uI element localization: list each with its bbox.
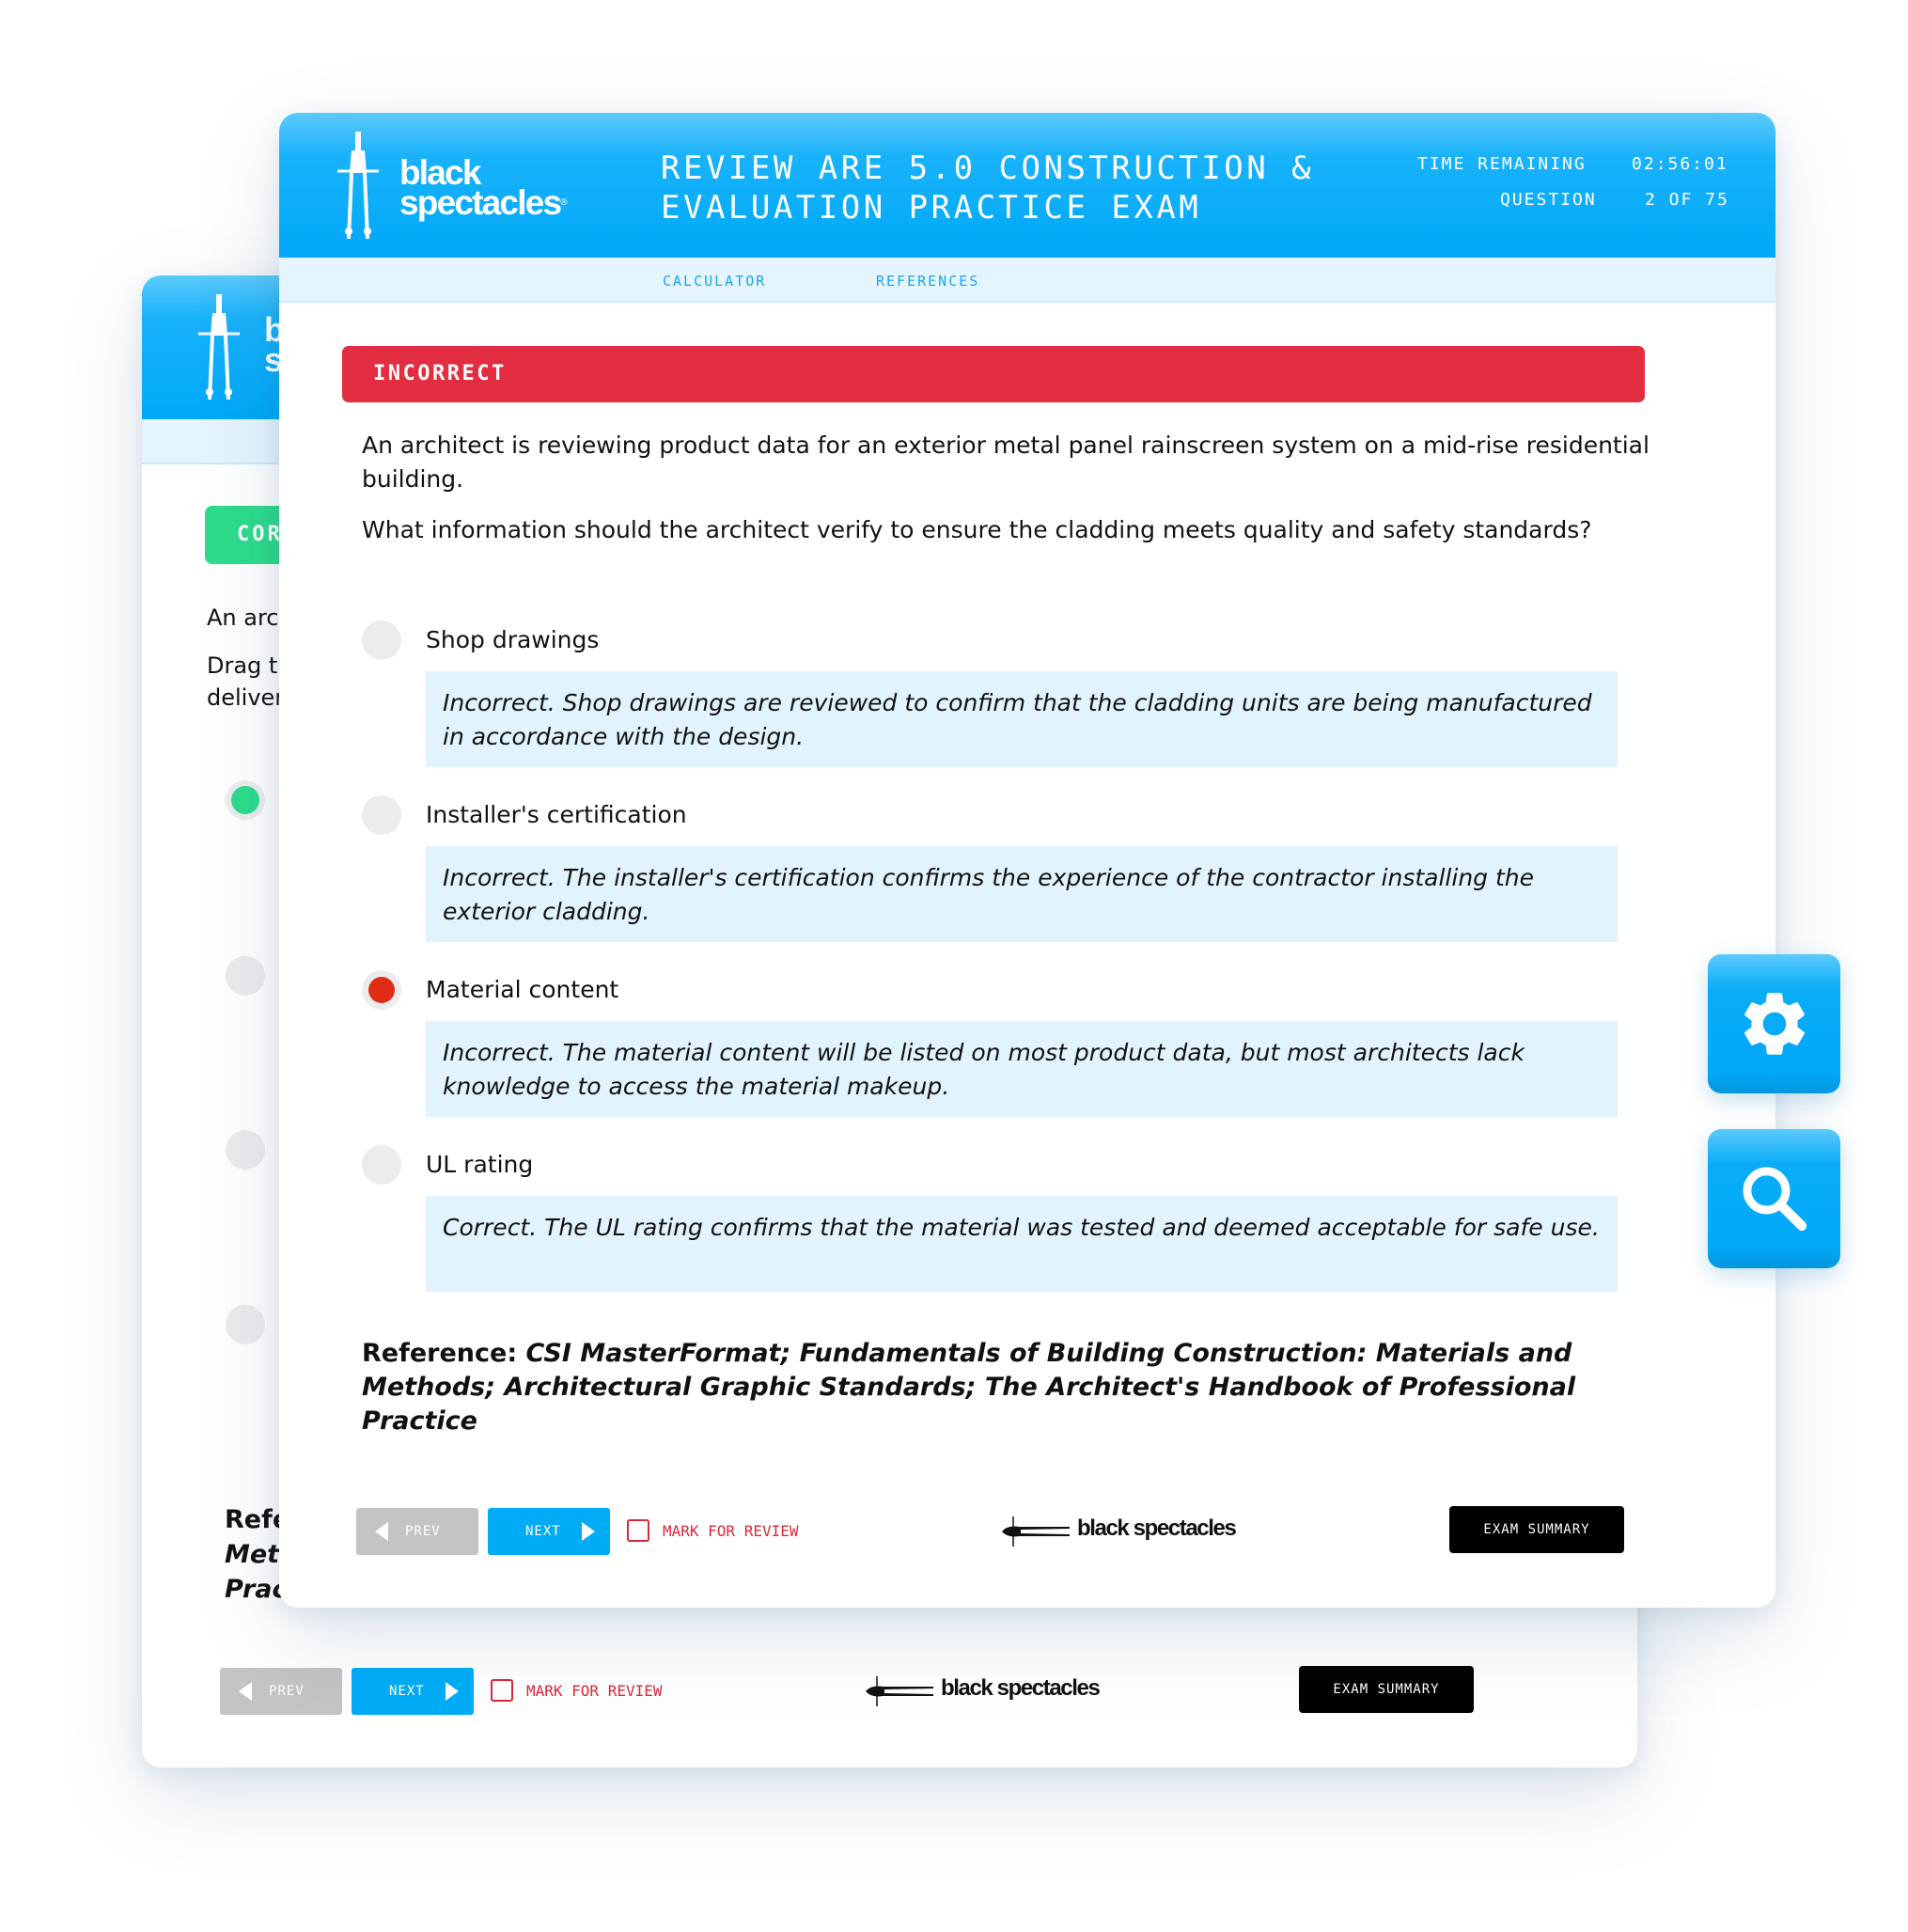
option-radio-ul-rating[interactable]	[362, 1145, 401, 1185]
background-instruction-line: deliver	[207, 684, 285, 711]
background-instruction-line: Drag t	[207, 652, 278, 679]
calculator-link[interactable]: CALCULATOR	[663, 273, 766, 290]
exam-footer: PREV NEXT MARK FOR REVIEW black spectacl…	[356, 1506, 1775, 1557]
exam-window: black spectacles® REVIEW ARE 5.0 CONSTRU…	[279, 113, 1775, 1608]
time-remaining-value: 02:56:01	[1632, 154, 1728, 174]
settings-button[interactable]	[1708, 954, 1840, 1093]
incorrect-banner: INCORRECT	[342, 346, 1645, 402]
option-radio-material-content-selected[interactable]	[362, 970, 401, 1010]
background-exam-summary-button[interactable]: EXAM SUMMARY	[1299, 1666, 1474, 1713]
background-question-text: An arc	[207, 605, 279, 631]
exam-subnav: CALCULATOR REFERENCES	[279, 258, 1775, 303]
option-feedback: Correct. The UL rating confirms that the…	[426, 1196, 1618, 1292]
background-next-button[interactable]: NEXT	[352, 1668, 474, 1715]
background-radio-selected[interactable]	[226, 780, 265, 820]
option-label[interactable]: Installer's certification	[426, 798, 687, 832]
time-remaining-label: TIME REMAINING	[1417, 154, 1587, 174]
background-footer: PREV NEXT MARK FOR REVIEW black spectacl…	[220, 1666, 1637, 1717]
checkbox[interactable]	[491, 1679, 513, 1702]
gear-icon	[1744, 993, 1805, 1055]
compass-logo-icon	[198, 294, 240, 400]
option-feedback: Incorrect. The installer's certification…	[426, 846, 1618, 942]
chevron-left-icon	[239, 1682, 252, 1701]
background-radio[interactable]	[226, 1305, 265, 1344]
footer-logo: black spectacles	[864, 1675, 1101, 1711]
question-prompt: What information should the architect ve…	[362, 516, 1592, 543]
option-radio-shop-drawings[interactable]	[362, 620, 401, 660]
compass-logo-icon	[1002, 1516, 1070, 1547]
next-button[interactable]: NEXT	[488, 1508, 610, 1555]
chevron-right-icon	[446, 1682, 459, 1701]
search-icon	[1743, 1167, 1807, 1232]
references-link[interactable]: REFERENCES	[876, 273, 979, 290]
option-radio-installers-certification[interactable]	[362, 795, 401, 835]
option-feedback: Incorrect. The material content will be …	[426, 1021, 1618, 1117]
option-label[interactable]: Material content	[426, 973, 618, 1007]
exam-title: REVIEW ARE 5.0 CONSTRUCTION & EVALUATION…	[661, 149, 1315, 227]
chevron-right-icon	[582, 1522, 595, 1541]
question-label: QUESTION	[1500, 190, 1597, 210]
background-radio[interactable]	[226, 956, 265, 996]
chevron-left-icon	[375, 1522, 388, 1541]
compass-logo-icon	[337, 132, 379, 239]
exam-summary-button[interactable]: EXAM SUMMARY	[1449, 1506, 1624, 1553]
question-counter: 2 OF 75	[1645, 190, 1729, 210]
brand-wordmark: black spectacles®	[399, 153, 568, 222]
prev-button[interactable]: PREV	[356, 1508, 478, 1555]
background-prev-button[interactable]: PREV	[220, 1668, 342, 1715]
reference-text: Reference: CSI MasterFormat; Fundamental…	[362, 1339, 1576, 1436]
footer-logo: black spectacles	[1000, 1516, 1237, 1551]
option-feedback: Incorrect. Shop drawings are reviewed to…	[426, 671, 1618, 767]
background-radio[interactable]	[226, 1130, 265, 1170]
mark-for-review-checkbox[interactable]	[627, 1519, 649, 1542]
option-label[interactable]: Shop drawings	[426, 623, 599, 657]
search-button[interactable]	[1708, 1129, 1840, 1268]
compass-logo-icon	[866, 1676, 933, 1706]
question-stem: An architect is reviewing product data f…	[362, 432, 1650, 493]
option-label[interactable]: UL rating	[426, 1148, 533, 1182]
exam-header: black spectacles® REVIEW ARE 5.0 CONSTRU…	[279, 113, 1775, 258]
